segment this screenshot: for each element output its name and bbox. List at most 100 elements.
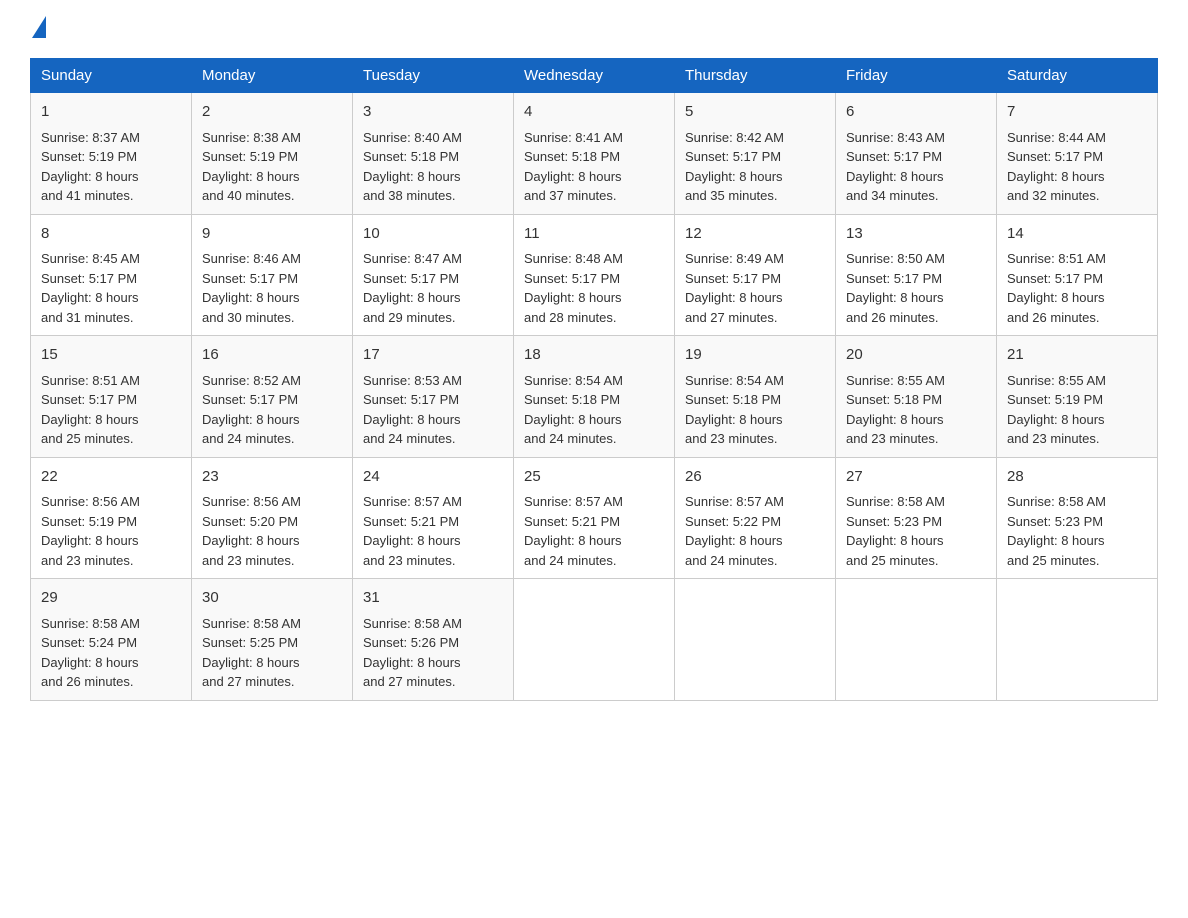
- day-cell: 22Sunrise: 8:56 AMSunset: 5:19 PMDayligh…: [31, 457, 192, 579]
- day-cell: 3 Sunrise: 8:40 AMSunset: 5:18 PMDaylight…: [353, 93, 514, 215]
- day-info: Sunrise: 8:40 AMSunset: 5:18 PMDaylight:…: [363, 128, 503, 206]
- day-cell: 6 Sunrise: 8:43 AMSunset: 5:17 PMDaylight…: [836, 93, 997, 215]
- day-info: Sunrise: 8:45 AMSunset: 5:17 PMDaylight:…: [41, 249, 181, 327]
- day-info: Sunrise: 8:44 AMSunset: 5:17 PMDaylight:…: [1007, 128, 1147, 206]
- week-row-3: 15 Sunrise: 8:51 AMSunset: 5:17 PMDayligh…: [31, 336, 1158, 458]
- header-cell-tuesday: Tuesday: [353, 59, 514, 93]
- day-cell: 8 Sunrise: 8:45 AMSunset: 5:17 PMDaylight…: [31, 214, 192, 336]
- day-number: 7: [1007, 101, 1147, 124]
- week-row-5: 29 Sunrise: 8:58 AMSunset: 5:24 PMDayligh…: [31, 579, 1158, 701]
- day-number: 6: [846, 101, 986, 124]
- logo-triangle-icon: [32, 16, 46, 38]
- day-cell: 2 Sunrise: 8:38 AMSunset: 5:19 PMDaylight…: [192, 93, 353, 215]
- header-row: SundayMondayTuesdayWednesdayThursdayFrid…: [31, 59, 1158, 93]
- day-number: 24: [363, 466, 503, 489]
- day-number: 8: [41, 223, 181, 246]
- day-number: 10: [363, 223, 503, 246]
- day-cell: [836, 579, 997, 701]
- day-number: 1: [41, 101, 181, 124]
- day-number: 31: [363, 587, 503, 610]
- day-cell: 16 Sunrise: 8:52 AMSunset: 5:17 PMDayligh…: [192, 336, 353, 458]
- day-info: Sunrise: 8:55 AMSunset: 5:18 PMDaylight:…: [846, 371, 986, 449]
- day-info: Sunrise: 8:43 AMSunset: 5:17 PMDaylight:…: [846, 128, 986, 206]
- header-cell-saturday: Saturday: [997, 59, 1158, 93]
- day-number: 9: [202, 223, 342, 246]
- day-cell: 21 Sunrise: 8:55 AMSunset: 5:19 PMDayligh…: [997, 336, 1158, 458]
- day-cell: 20Sunrise: 8:55 AMSunset: 5:18 PMDayligh…: [836, 336, 997, 458]
- day-number: 11: [524, 223, 664, 246]
- day-cell: 9 Sunrise: 8:46 AMSunset: 5:17 PMDaylight…: [192, 214, 353, 336]
- day-info: Sunrise: 8:56 AMSunset: 5:20 PMDaylight:…: [202, 492, 342, 570]
- week-row-2: 8 Sunrise: 8:45 AMSunset: 5:17 PMDaylight…: [31, 214, 1158, 336]
- day-cell: 7 Sunrise: 8:44 AMSunset: 5:17 PMDaylight…: [997, 93, 1158, 215]
- logo-blue-part: [30, 20, 46, 38]
- day-cell: 17 Sunrise: 8:53 AMSunset: 5:17 PMDayligh…: [353, 336, 514, 458]
- day-cell: 14Sunrise: 8:51 AMSunset: 5:17 PMDayligh…: [997, 214, 1158, 336]
- day-cell: [997, 579, 1158, 701]
- header-cell-thursday: Thursday: [675, 59, 836, 93]
- day-info: Sunrise: 8:57 AMSunset: 5:21 PMDaylight:…: [363, 492, 503, 570]
- day-number: 2: [202, 101, 342, 124]
- day-info: Sunrise: 8:47 AMSunset: 5:17 PMDaylight:…: [363, 249, 503, 327]
- day-info: Sunrise: 8:46 AMSunset: 5:17 PMDaylight:…: [202, 249, 342, 327]
- day-cell: [514, 579, 675, 701]
- day-number: 17: [363, 344, 503, 367]
- day-cell: 4 Sunrise: 8:41 AMSunset: 5:18 PMDaylight…: [514, 93, 675, 215]
- day-number: 13: [846, 223, 986, 246]
- day-cell: 18Sunrise: 8:54 AMSunset: 5:18 PMDayligh…: [514, 336, 675, 458]
- day-number: 26: [685, 466, 825, 489]
- week-row-4: 22Sunrise: 8:56 AMSunset: 5:19 PMDayligh…: [31, 457, 1158, 579]
- day-number: 19: [685, 344, 825, 367]
- calendar-header: SundayMondayTuesdayWednesdayThursdayFrid…: [31, 59, 1158, 93]
- day-info: Sunrise: 8:37 AMSunset: 5:19 PMDaylight:…: [41, 128, 181, 206]
- day-info: Sunrise: 8:41 AMSunset: 5:18 PMDaylight:…: [524, 128, 664, 206]
- day-info: Sunrise: 8:48 AMSunset: 5:17 PMDaylight:…: [524, 249, 664, 327]
- day-info: Sunrise: 8:58 AMSunset: 5:23 PMDaylight:…: [846, 492, 986, 570]
- day-number: 4: [524, 101, 664, 124]
- day-info: Sunrise: 8:49 AMSunset: 5:17 PMDaylight:…: [685, 249, 825, 327]
- day-cell: [675, 579, 836, 701]
- day-number: 25: [524, 466, 664, 489]
- day-info: Sunrise: 8:58 AMSunset: 5:23 PMDaylight:…: [1007, 492, 1147, 570]
- day-info: Sunrise: 8:58 AMSunset: 5:26 PMDaylight:…: [363, 614, 503, 692]
- week-row-1: 1 Sunrise: 8:37 AMSunset: 5:19 PMDaylight…: [31, 93, 1158, 215]
- header-cell-friday: Friday: [836, 59, 997, 93]
- day-info: Sunrise: 8:38 AMSunset: 5:19 PMDaylight:…: [202, 128, 342, 206]
- day-info: Sunrise: 8:52 AMSunset: 5:17 PMDaylight:…: [202, 371, 342, 449]
- calendar-body: 1 Sunrise: 8:37 AMSunset: 5:19 PMDaylight…: [31, 93, 1158, 701]
- day-cell: 27Sunrise: 8:58 AMSunset: 5:23 PMDayligh…: [836, 457, 997, 579]
- day-cell: 24 Sunrise: 8:57 AMSunset: 5:21 PMDayligh…: [353, 457, 514, 579]
- day-cell: 23 Sunrise: 8:56 AMSunset: 5:20 PMDayligh…: [192, 457, 353, 579]
- day-number: 29: [41, 587, 181, 610]
- day-number: 3: [363, 101, 503, 124]
- day-cell: 1 Sunrise: 8:37 AMSunset: 5:19 PMDaylight…: [31, 93, 192, 215]
- day-number: 21: [1007, 344, 1147, 367]
- day-info: Sunrise: 8:53 AMSunset: 5:17 PMDaylight:…: [363, 371, 503, 449]
- day-number: 16: [202, 344, 342, 367]
- day-number: 23: [202, 466, 342, 489]
- day-number: 30: [202, 587, 342, 610]
- day-cell: 28Sunrise: 8:58 AMSunset: 5:23 PMDayligh…: [997, 457, 1158, 579]
- day-cell: 30 Sunrise: 8:58 AMSunset: 5:25 PMDayligh…: [192, 579, 353, 701]
- day-number: 15: [41, 344, 181, 367]
- day-cell: 10 Sunrise: 8:47 AMSunset: 5:17 PMDayligh…: [353, 214, 514, 336]
- calendar-table: SundayMondayTuesdayWednesdayThursdayFrid…: [30, 58, 1158, 701]
- day-cell: 31 Sunrise: 8:58 AMSunset: 5:26 PMDayligh…: [353, 579, 514, 701]
- day-info: Sunrise: 8:58 AMSunset: 5:24 PMDaylight:…: [41, 614, 181, 692]
- day-info: Sunrise: 8:57 AMSunset: 5:21 PMDaylight:…: [524, 492, 664, 570]
- day-cell: 12Sunrise: 8:49 AMSunset: 5:17 PMDayligh…: [675, 214, 836, 336]
- day-info: Sunrise: 8:51 AMSunset: 5:17 PMDaylight:…: [41, 371, 181, 449]
- day-cell: 26Sunrise: 8:57 AMSunset: 5:22 PMDayligh…: [675, 457, 836, 579]
- day-cell: 25 Sunrise: 8:57 AMSunset: 5:21 PMDayligh…: [514, 457, 675, 579]
- page-header: [30, 20, 1158, 38]
- day-info: Sunrise: 8:42 AMSunset: 5:17 PMDaylight:…: [685, 128, 825, 206]
- day-number: 18: [524, 344, 664, 367]
- day-number: 14: [1007, 223, 1147, 246]
- day-number: 22: [41, 466, 181, 489]
- day-info: Sunrise: 8:58 AMSunset: 5:25 PMDaylight:…: [202, 614, 342, 692]
- logo: [30, 20, 46, 38]
- day-number: 5: [685, 101, 825, 124]
- day-info: Sunrise: 8:55 AMSunset: 5:19 PMDaylight:…: [1007, 371, 1147, 449]
- day-info: Sunrise: 8:54 AMSunset: 5:18 PMDaylight:…: [685, 371, 825, 449]
- day-cell: 5 Sunrise: 8:42 AMSunset: 5:17 PMDaylight…: [675, 93, 836, 215]
